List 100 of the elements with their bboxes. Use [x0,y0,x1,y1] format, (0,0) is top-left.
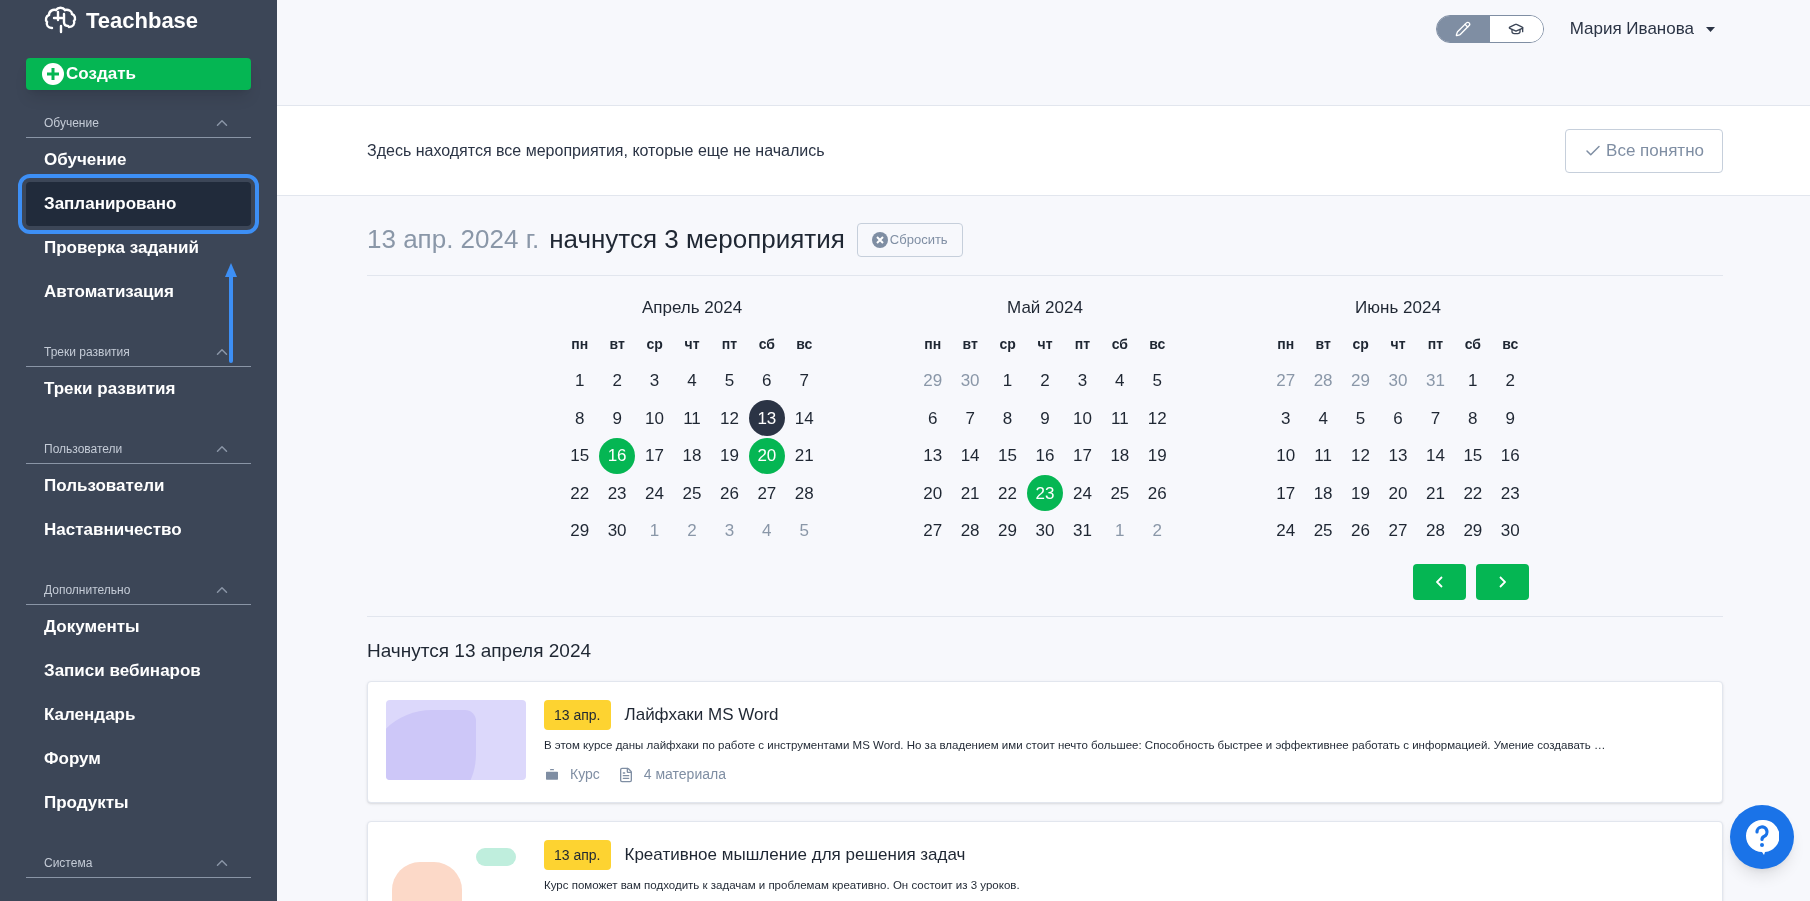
calendar-day[interactable]: 30 [1027,512,1063,549]
calendar-day[interactable]: 6 [748,362,785,399]
calendar-day[interactable]: 10 [636,400,673,437]
event-card[interactable] [367,681,1723,803]
calendar-day[interactable]: 6 [914,400,951,437]
calendar-day[interactable]: 30 [1492,512,1529,549]
calendar-day[interactable]: 19 [1342,475,1379,512]
calendar-day[interactable]: 9 [1027,400,1063,437]
calendar-day[interactable]: 29 [1454,512,1491,549]
calendar-day[interactable]: 3 [636,362,673,399]
calendar-day[interactable]: 28 [786,475,823,512]
calendar-day[interactable]: 15 [989,437,1026,474]
calendar-day[interactable]: 6 [1380,400,1416,437]
calendar-day[interactable]: 16 [1027,437,1063,474]
calendar-day[interactable]: 20 [1380,475,1416,512]
calendar-day[interactable]: 11 [674,400,710,437]
calendar-day[interactable]: 18 [1101,437,1138,474]
next-button[interactable] [1476,563,1529,600]
calendar-day[interactable]: 8 [989,400,1026,437]
calendar-day[interactable]: 5 [1139,362,1176,399]
calendar-day[interactable]: 2 [599,362,636,399]
calendar-day[interactable]: 11 [1305,437,1342,474]
calendar-day[interactable]: 14 [1417,437,1454,474]
calendar-day[interactable]: 22 [561,475,598,512]
user-menu[interactable]: Мария Иванова [1569,15,1715,43]
sidebar-item[interactable]: Записи вебинаров [26,649,251,693]
sidebar-item[interactable]: Автоматизация [26,270,251,314]
calendar-day[interactable]: 17 [1064,437,1101,474]
calendar-day[interactable]: 25 [1101,475,1138,512]
calendar-day[interactable]: 16 [1492,437,1529,474]
calendar-day[interactable]: 1 [1454,362,1491,399]
calendar-day[interactable]: 5 [1342,400,1379,437]
calendar-day[interactable]: 25 [1305,512,1342,549]
calendar-day[interactable]: 4 [674,362,710,399]
calendar-day[interactable]: 12 [1139,400,1176,437]
calendar-day[interactable]: 8 [561,400,598,437]
calendar-day[interactable]: 28 [952,512,989,549]
calendar-day[interactable]: 18 [1305,475,1342,512]
calendar-day[interactable]: 9 [599,400,636,437]
calendar-day[interactable]: 19 [711,437,748,474]
calendar-day[interactable]: 27 [914,512,951,549]
calendar-day[interactable]: 20 [914,475,951,512]
calendar-day[interactable]: 24 [1267,512,1304,549]
learn-mode-button[interactable] [1489,16,1543,42]
sidebar-item[interactable]: Наставничество [26,508,251,552]
calendar-day[interactable]: 30 [599,512,636,549]
calendar-day[interactable]: 26 [1139,475,1176,512]
calendar-day[interactable]: 8 [1454,400,1491,437]
calendar-day[interactable]: 7 [952,400,989,437]
calendar-day[interactable]: 25 [674,475,710,512]
calendar-day[interactable]: 21 [1417,475,1454,512]
calendar-day[interactable]: 15 [1454,437,1491,474]
calendar-day[interactable]: 26 [1342,512,1379,549]
calendar-day[interactable]: 26 [711,475,748,512]
calendar-day[interactable]: 28 [1417,512,1454,549]
event-card[interactable]: 13 апр. Креативное мышление для решения задач Курс поможет вам подходить к задачам и проблемам креативно. Он состоит из 3 уроков. [367,821,1723,901]
sidebar-item[interactable]: Документы [26,605,251,649]
calendar-day[interactable]: 12 [1342,437,1379,474]
sidebar-item[interactable]: Треки развития [26,367,251,411]
calendar-day[interactable]: 13 [914,437,951,474]
calendar-day[interactable]: 9 [1492,400,1529,437]
calendar-day[interactable]: 18 [674,437,710,474]
calendar-day[interactable]: 21 [786,437,823,474]
calendar-day[interactable]: 23 [1492,475,1529,512]
sidebar-item[interactable]: Календарь [26,693,251,737]
sidebar-item[interactable]: Обучение [26,138,251,182]
calendar-day[interactable]: 24 [636,475,673,512]
calendar-day[interactable]: 19 [1139,437,1176,474]
calendar-day[interactable]: 12 [711,400,748,437]
help-button[interactable] [1730,805,1794,869]
calendar-day[interactable]: 3 [1064,362,1101,399]
sidebar-item[interactable]: Продукты [26,781,251,825]
calendar-day[interactable]: 23 [599,475,636,512]
calendar-day[interactable]: 22 [1454,475,1491,512]
calendar-day[interactable]: 29 [561,512,598,549]
calendar-day[interactable]: 7 [786,362,823,399]
calendar-day[interactable]: 5 [711,362,748,399]
sidebar-item[interactable]: Форум [26,737,251,781]
calendar-day[interactable]: 31 [1064,512,1101,549]
calendar-day[interactable]: 14 [952,437,989,474]
sidebar-item[interactable]: Пользователи [26,464,251,508]
calendar-day[interactable]: 21 [952,475,989,512]
calendar-day[interactable]: 4 [1101,362,1138,399]
calendar-day[interactable]: 15 [561,437,598,474]
calendar-day[interactable]: 13 [748,400,785,437]
calendar-day[interactable]: 10 [1064,400,1101,437]
calendar-day[interactable]: 10 [1267,437,1304,474]
calendar-day[interactable]: 22 [989,475,1026,512]
calendar-day[interactable]: 4 [1305,400,1342,437]
calendar-day[interactable]: 3 [1267,400,1304,437]
calendar-day[interactable]: 24 [1064,475,1101,512]
calendar-day[interactable]: 27 [748,475,785,512]
calendar-day[interactable]: 11 [1101,400,1138,437]
calendar-day[interactable]: 27 [1380,512,1416,549]
calendar-day[interactable]: 2 [1027,362,1063,399]
calendar-day[interactable]: 29 [989,512,1026,549]
previous-button[interactable] [1413,563,1466,600]
calendar-day[interactable]: 13 [1380,437,1416,474]
calendar-day[interactable]: 17 [636,437,673,474]
calendar-day[interactable]: 1 [989,362,1026,399]
